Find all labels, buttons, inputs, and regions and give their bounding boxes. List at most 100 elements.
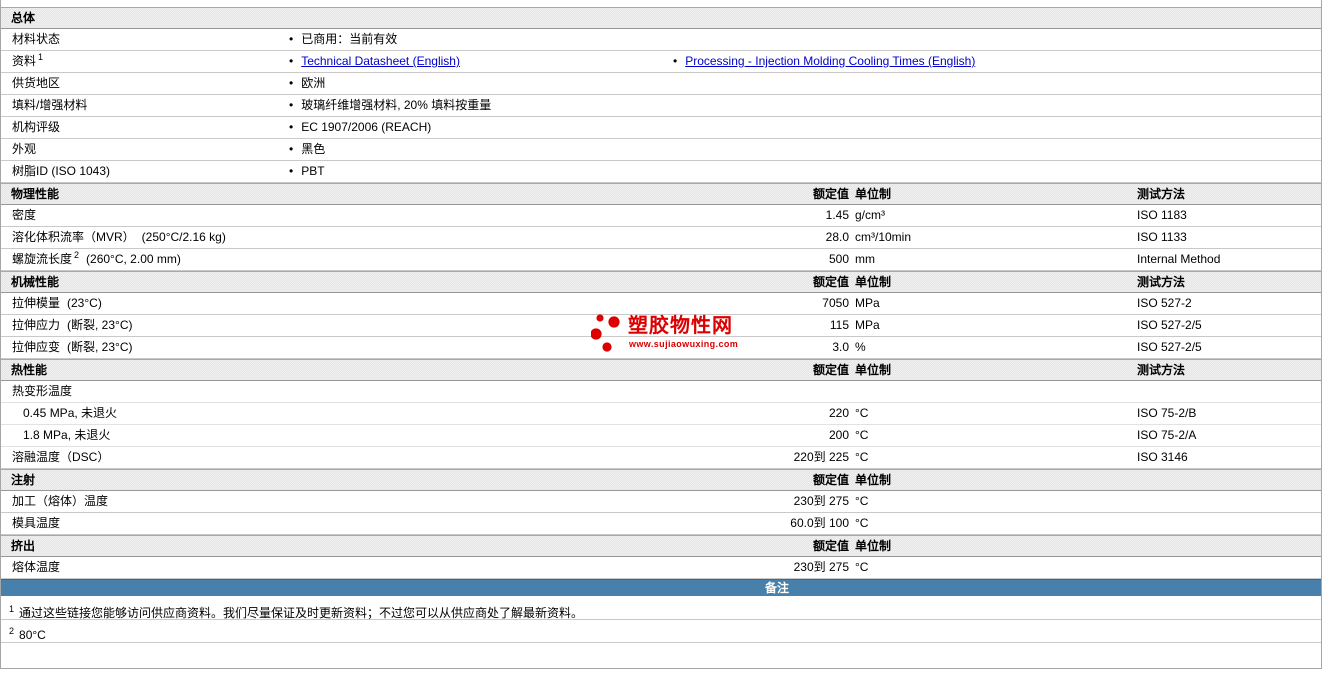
column-header-nominal-value: 额定值 (812, 363, 849, 377)
general-row-label: 机构评级 (1, 117, 1321, 138)
section-header-props-3: 注射 额定值 单位制 (1, 469, 1321, 491)
general-row: 供货地区 • 欧洲 (1, 73, 1321, 95)
general-row: 填料/增强材料 • 玻璃纤维增强材料, 20% 填料按重量 (1, 95, 1321, 117)
general-row: 资料 1 • Technical Datasheet (English) • Proces… (1, 51, 1321, 73)
column-header-nominal-value: 额定值 (812, 187, 849, 201)
column-header-test-method: 测试方法 (1137, 363, 1186, 377)
bullet-icon: • (289, 32, 294, 46)
general-label-text: 机构评级 (12, 120, 61, 134)
test-method-value: ISO 527-2/5 (1137, 340, 1202, 354)
column-header-nominal-value: 额定值 (812, 539, 849, 553)
general-row-value: • 黑色 (289, 139, 325, 160)
general-row-label: 供货地区 (1, 73, 1321, 94)
unit-value: °C (855, 494, 869, 508)
column-header-unit-system: 单位制 (855, 275, 892, 289)
general-value-text: 欧洲 (301, 76, 326, 90)
nominal-value: 1.45 (825, 208, 849, 222)
bullet-icon: • (289, 164, 294, 178)
unit-value: °C (855, 560, 869, 574)
section-header-props-1: 机械性能 额定值 单位制 测试方法 (1, 271, 1321, 293)
general-label-text: 外观 (12, 142, 37, 156)
notes-title: 备注 (764, 581, 790, 595)
notes-header-bar: 备注 (1, 579, 1321, 596)
nominal-value: 28.0 (825, 230, 849, 244)
column-header-nominal-value: 额定值 (812, 473, 849, 487)
property-row: 拉伸模量 (23°C) 7050 MPa ISO 527-2 (1, 293, 1321, 315)
general-value-text: 黑色 (301, 142, 326, 156)
property-row: 螺旋流长度 2 (260°C, 2.00 mm) 500 mm Internal Meth… (1, 249, 1321, 271)
general-row-value: • 欧洲 (289, 73, 325, 94)
general-row-label: 材料状态 (1, 29, 1321, 50)
bullet-icon: • (289, 120, 294, 134)
general-value-text: 玻璃纤维增强材料, 20% 填料按重量 (301, 98, 492, 112)
nominal-value: 115 (829, 318, 849, 332)
column-header-unit-system: 单位制 (855, 473, 892, 487)
general-value-text: PBT (301, 164, 325, 178)
bullet-icon: • (289, 54, 294, 68)
general-label-text: 供货地区 (12, 76, 61, 90)
unit-value: % (855, 340, 866, 354)
empty-bottom-row (1, 643, 1321, 669)
unit-value: °C (855, 428, 869, 442)
general-row: 树脂ID (ISO 1043) • PBT (1, 161, 1321, 183)
bullet-icon: • (289, 76, 294, 90)
property-row: 溶化体积流率（MVR） (250°C/2.16 kg) 28.0 cm³/10min I… (1, 227, 1321, 249)
property-row: 熔体温度 230到 275 °C (1, 557, 1321, 579)
property-row: 模具温度 60.0到 100 °C (1, 513, 1321, 535)
nominal-value: 200 (828, 428, 849, 442)
material-datasheet-table: 总体 材料状态 • 已商用：当前有效 资料 1 • Technical Datasheet (… (0, 0, 1322, 669)
property-row: 热变形温度 (1, 381, 1321, 403)
column-header-unit-system: 单位制 (855, 187, 892, 201)
general-row-value: • Technical Datasheet (English) (289, 51, 460, 72)
section-header-general: 总体 (1, 7, 1321, 29)
unit-value: °C (855, 516, 869, 530)
property-row: 加工（熔体）温度 230到 275 °C (1, 491, 1321, 513)
unit-value: MPa (855, 296, 880, 310)
test-method-value: ISO 3146 (1137, 450, 1188, 464)
unit-value: °C (855, 450, 869, 464)
property-row: 0.45 MPa, 未退火 220 °C ISO 75-2/B (1, 403, 1321, 425)
property-name: 热变形温度 (12, 384, 73, 398)
nominal-value: 60.0到 100 (790, 516, 849, 530)
general-row-value: • 已商用：当前有效 (289, 29, 397, 50)
column-header-nominal-value: 额定值 (812, 275, 849, 289)
test-method-value: Internal Method (1137, 252, 1221, 266)
general-value-text: EC 1907/2006 (REACH) (301, 120, 432, 134)
unit-value: g/cm³ (855, 208, 885, 222)
nominal-value: 230到 275 (793, 494, 849, 508)
column-header-unit-system: 单位制 (855, 539, 892, 553)
general-row-label: 资料 1 (1, 51, 1321, 72)
general-row-value: • Processing - Injection Molding Cooling … (673, 51, 975, 72)
footnote-reference: 1 (38, 52, 44, 62)
section-title: 总体 (11, 11, 36, 25)
nominal-value: 230到 275 (793, 560, 849, 574)
section-header-props-0: 物理性能 额定值 单位制 测试方法 (1, 183, 1321, 205)
test-method-value: ISO 527-2/5 (1137, 318, 1202, 332)
property-row: 溶融温度（DSC） 220到 225 °C ISO 3146 (1, 447, 1321, 469)
test-method-value: ISO 1133 (1137, 230, 1187, 244)
column-header-test-method: 测试方法 (1137, 275, 1186, 289)
footnote-number: 1 (9, 604, 15, 614)
column-header-test-method: 测试方法 (1137, 187, 1186, 201)
general-row: 材料状态 • 已商用：当前有效 (1, 29, 1321, 51)
datasheet-link[interactable]: Processing - Injection Molding Cooling T… (685, 54, 975, 68)
footnote-row: 1 通过这些链接您能够访问供应商资料。我们尽量保证及时更新资料；不过您可以从供应商… (1, 596, 1321, 620)
property-row: 拉伸应变 (断裂, 23°C) 3.0% ISO 527-2/5 (1, 337, 1321, 359)
test-method-value: ISO 527-2 (1137, 296, 1192, 310)
nominal-value: 3.0 (832, 340, 849, 354)
general-row: 机构评级 • EC 1907/2006 (REACH) (1, 117, 1321, 139)
general-label-text: 资料 (12, 54, 37, 68)
test-method-value: ISO 1183 (1137, 208, 1187, 222)
nominal-value: 500 (828, 252, 849, 266)
test-method-value: ISO 75-2/A (1137, 428, 1197, 442)
general-row-value: • EC 1907/2006 (REACH) (289, 117, 431, 138)
section-header-props-2: 热性能 额定值 单位制 测试方法 (1, 359, 1321, 381)
general-row-label: 外观 (1, 139, 1321, 160)
general-row: 外观 • 黑色 (1, 139, 1321, 161)
general-value-text: 已商用：当前有效 (301, 32, 398, 46)
general-label-text: 材料状态 (12, 32, 61, 46)
section-header-props-4: 挤出 额定值 单位制 (1, 535, 1321, 557)
footnote-row: 2 80°C (1, 620, 1321, 643)
nominal-value: 220 (828, 406, 849, 420)
datasheet-link[interactable]: Technical Datasheet (English) (301, 54, 460, 68)
